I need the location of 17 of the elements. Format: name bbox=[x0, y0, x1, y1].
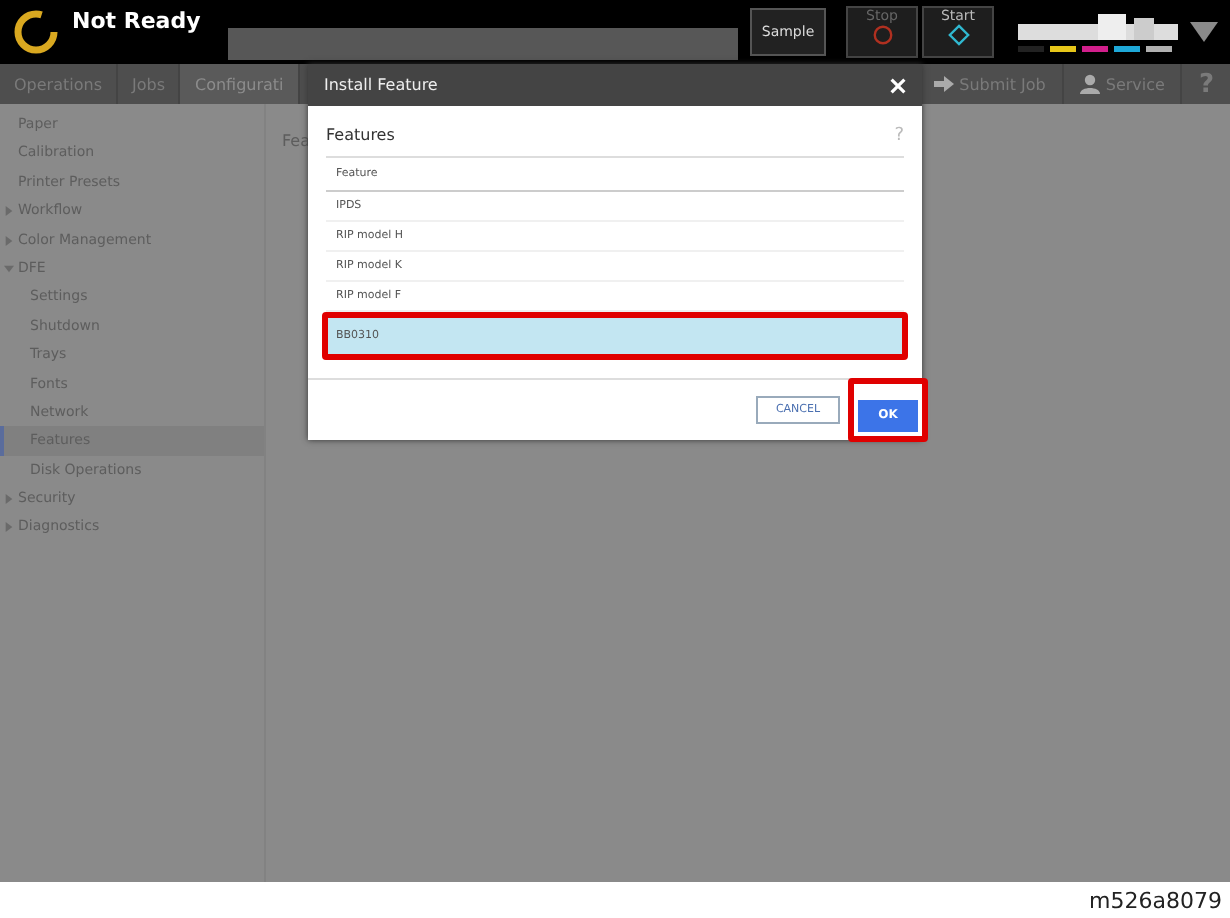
help-icon[interactable]: ? bbox=[894, 126, 904, 146]
dropdown-arrow-icon[interactable] bbox=[1190, 22, 1218, 42]
caret-icon bbox=[4, 206, 14, 217]
caret-icon bbox=[4, 522, 14, 533]
caret-icon bbox=[4, 235, 14, 246]
printer-status: Not Ready bbox=[72, 8, 203, 34]
section-title: Features bbox=[326, 126, 395, 146]
person-icon bbox=[1079, 74, 1100, 94]
dialog-title: Install Feature bbox=[324, 76, 438, 94]
image-caption: m526a8079 bbox=[1089, 887, 1222, 913]
caret-icon bbox=[4, 263, 14, 274]
diamond-icon bbox=[947, 24, 969, 46]
stop-circle-icon bbox=[871, 24, 893, 46]
status-ring-icon bbox=[12, 8, 60, 56]
arrow-icon bbox=[933, 76, 954, 92]
close-icon[interactable] bbox=[890, 77, 906, 93]
caret-icon bbox=[4, 494, 14, 505]
